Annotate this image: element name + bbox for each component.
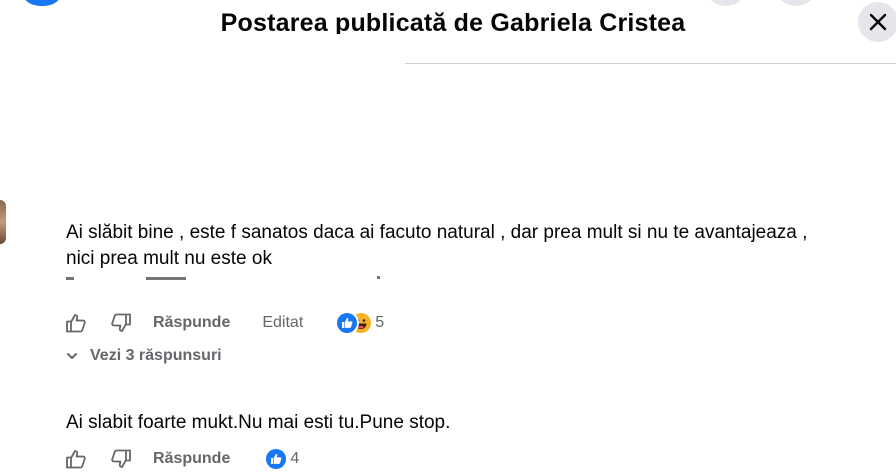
edited-label[interactable]: Editat bbox=[262, 314, 303, 332]
like-icon[interactable] bbox=[64, 447, 88, 471]
dialog-header: Postarea publicată de Gabriela Cristea bbox=[0, 0, 896, 40]
chevron-down-icon bbox=[67, 353, 77, 359]
dialog-title: Postarea publicată de Gabriela Cristea bbox=[220, 9, 686, 34]
close-button[interactable] bbox=[858, 2, 896, 42]
truncated-text-line bbox=[66, 276, 406, 281]
reply-button[interactable]: Răspunde bbox=[153, 314, 230, 332]
comment-actions: Răspunde 4 bbox=[64, 447, 299, 471]
comment-text-line: Ai slăbit bine , este f sanatos daca ai … bbox=[66, 222, 808, 243]
reaction-summary[interactable]: 5 bbox=[337, 313, 384, 333]
avatar[interactable] bbox=[0, 200, 6, 244]
like-reaction-icon bbox=[266, 449, 287, 469]
view-replies-label: Vezi 3 răspunsuri bbox=[90, 347, 222, 364]
comment-text-line: nici prea mult nu este ok bbox=[66, 248, 272, 269]
comment-actions: Răspunde Editat 5 bbox=[64, 311, 384, 335]
like-icon[interactable] bbox=[64, 311, 88, 335]
view-replies-button[interactable]: Vezi 3 răspunsuri bbox=[66, 347, 222, 365]
header-divider bbox=[405, 63, 896, 64]
dislike-icon[interactable] bbox=[109, 311, 133, 335]
comment-text: Ai slabit foarte mukt.Nu mai esti tu.Pun… bbox=[66, 412, 451, 433]
dislike-icon[interactable] bbox=[109, 447, 133, 471]
reaction-count: 5 bbox=[375, 314, 385, 331]
reaction-count: 4 bbox=[290, 450, 300, 467]
close-icon bbox=[869, 13, 887, 31]
comment-text: Ai slăbit bine , este f sanatos daca ai … bbox=[66, 220, 876, 276]
reaction-summary[interactable]: 4 bbox=[266, 449, 299, 469]
reply-button[interactable]: Răspunde bbox=[153, 450, 230, 468]
